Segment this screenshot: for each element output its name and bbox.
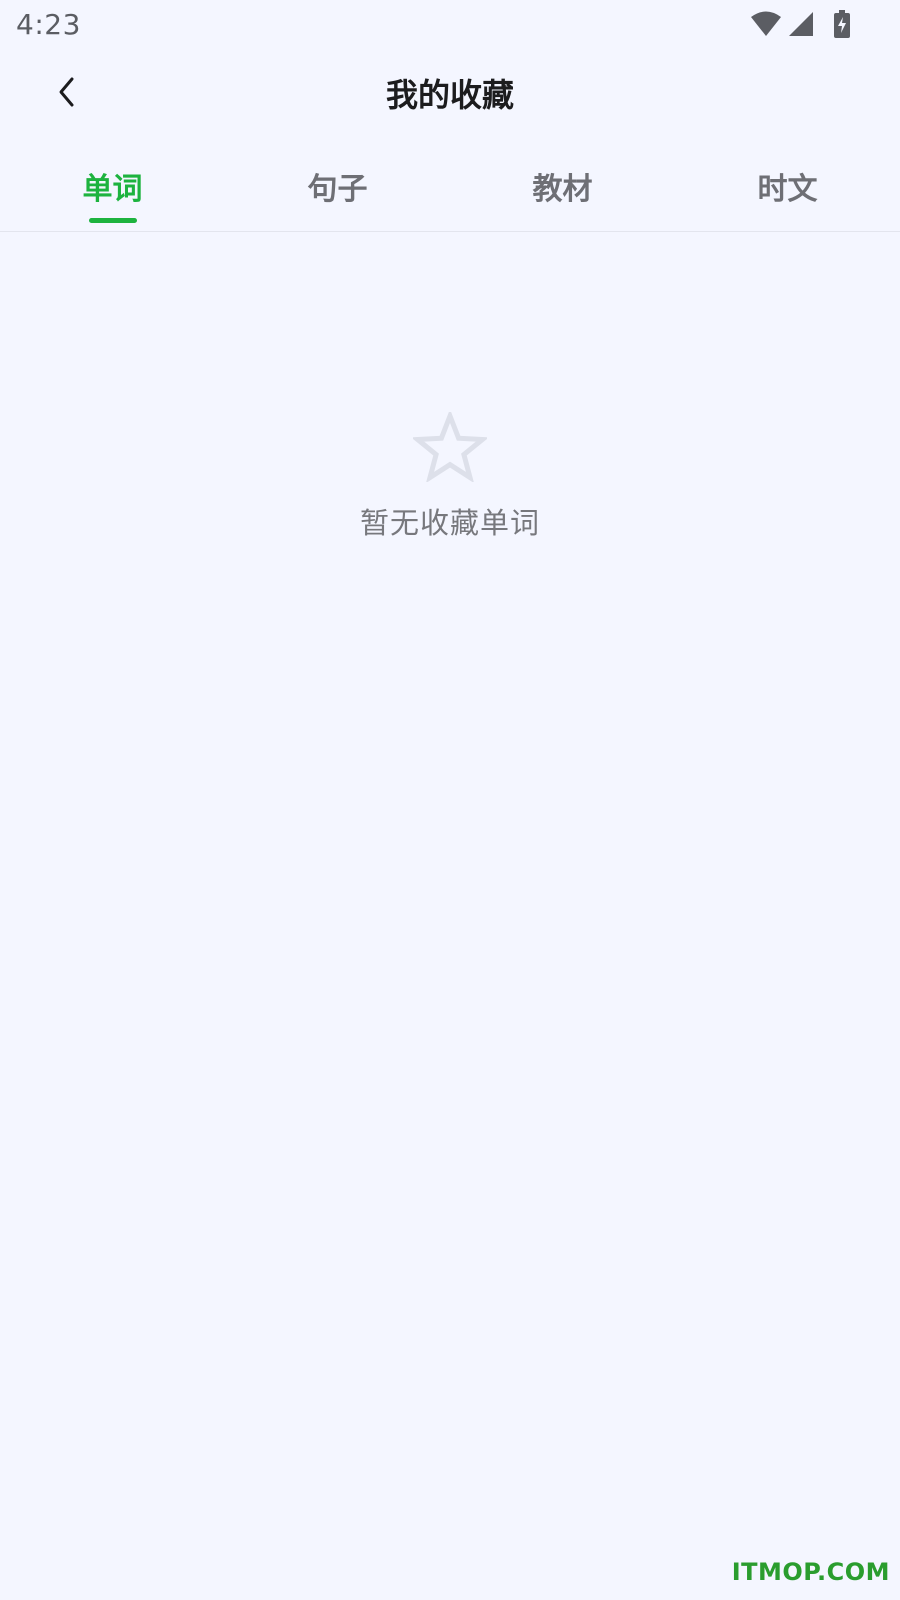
favorites-screen: 4:23 我的收藏 单词 句子 教材 时文 暂无收藏单词 ITMOP.COM [0,0,900,1600]
tab-label: 教材 [532,172,593,207]
star-outline-icon [413,412,487,482]
status-bar: 4:23 [0,0,900,52]
empty-state: 暂无收藏单词 [0,412,900,542]
tab-bar: 单词 句子 教材 时文 [0,140,900,232]
tab-sentences[interactable]: 句子 [225,140,450,231]
page-title: 我的收藏 [385,76,514,114]
status-time: 4:23 [16,8,81,41]
status-icons [750,10,850,38]
tab-articles[interactable]: 时文 [675,140,900,231]
watermark: ITMOP.COM [731,1558,890,1586]
tab-textbooks[interactable]: 教材 [450,140,675,231]
empty-message: 暂无收藏单词 [359,506,540,540]
tab-label: 时文 [757,172,818,207]
tab-active-indicator [88,218,137,223]
wifi-icon [750,11,782,37]
tab-label: 句子 [307,172,368,207]
cell-signal-icon [788,11,814,37]
battery-charging-icon [834,10,850,38]
header: 我的收藏 [0,52,900,134]
tab-words[interactable]: 单词 [0,140,225,231]
